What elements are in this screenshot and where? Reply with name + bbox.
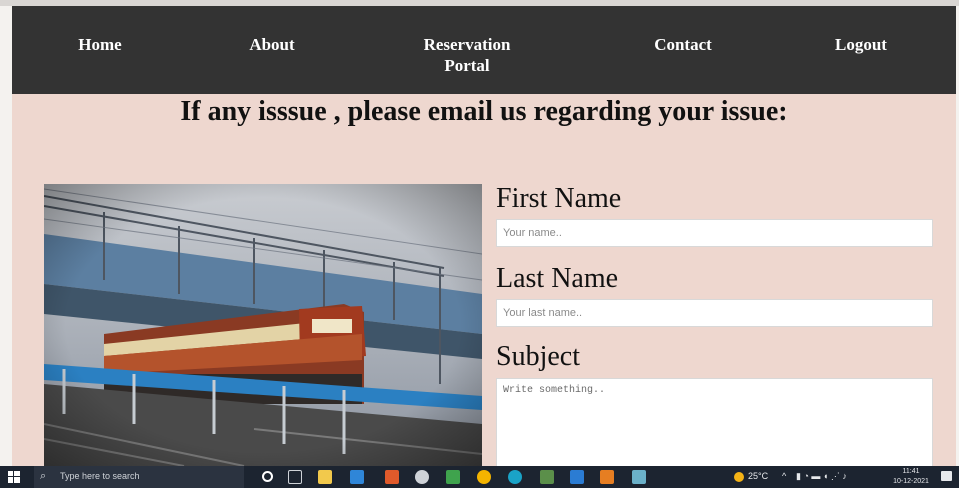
weather-temperature: 25°C [748,471,769,481]
cortana-icon[interactable] [262,471,273,482]
edge-icon[interactable] [508,470,522,484]
settings-icon[interactable] [415,470,429,484]
store-icon[interactable] [540,470,554,484]
subject-label: Subject [496,341,580,372]
vscode-icon[interactable] [570,470,584,484]
train-illustration [44,184,482,466]
mail-icon[interactable] [350,470,364,484]
weather-icon[interactable] [734,472,744,482]
contact-section: If any isssue , please email us regardin… [12,94,956,466]
clock-date: 10-12-2021 [893,478,929,485]
windows-start-icon[interactable] [8,471,20,483]
chrome-icon[interactable] [477,470,491,484]
taskbar-search-placeholder: Type here to search [60,471,140,481]
windows-taskbar: ⌕ Type here to search 25°C ^ ▮ ◔ ▬ ◖ ⋰ ♪… [0,466,959,488]
clock-time: 11:41 [902,468,920,475]
last-name-label: Last Name [496,263,619,294]
last-name-input[interactable] [496,299,933,327]
nav-home-link[interactable]: Home [60,34,140,55]
first-name-input[interactable] [496,219,933,247]
window-left-edge [0,6,12,466]
taskbar-clock[interactable]: 11:41 10-12-2021 [893,467,929,487]
file-explorer-icon[interactable] [318,470,332,484]
nav-about-link[interactable]: About [232,34,312,55]
nav-reservation-line2: Portal [444,56,490,75]
app-icon-teal[interactable] [632,470,646,484]
app-icon-green[interactable] [446,470,460,484]
app-icon-orange[interactable] [600,470,614,484]
page-heading: If any isssue , please email us regardin… [180,96,788,127]
task-view-icon[interactable] [288,470,302,484]
subject-textarea[interactable] [496,378,933,466]
train-photo [44,184,482,466]
nav-reservation-line1: Reservation [423,35,511,54]
notification-center-icon[interactable] [941,471,952,481]
nav-logout-link[interactable]: Logout [816,34,906,55]
tray-chevron-up-icon[interactable]: ^ [782,471,786,481]
nav-reservation-portal-link[interactable]: Reservation Portal [407,34,527,76]
first-name-label: First Name [496,183,622,214]
taskbar-search-box[interactable]: ⌕ Type here to search [34,466,244,488]
search-icon: ⌕ [40,470,47,482]
nav-contact-link[interactable]: Contact [628,34,738,55]
tray-system-icons[interactable]: ▮ ◔ ▬ ◖ ⋰ ♪ [796,471,847,482]
office-icon[interactable] [385,470,399,484]
navbar: Home About Reservation Portal Contact Lo… [12,6,956,94]
